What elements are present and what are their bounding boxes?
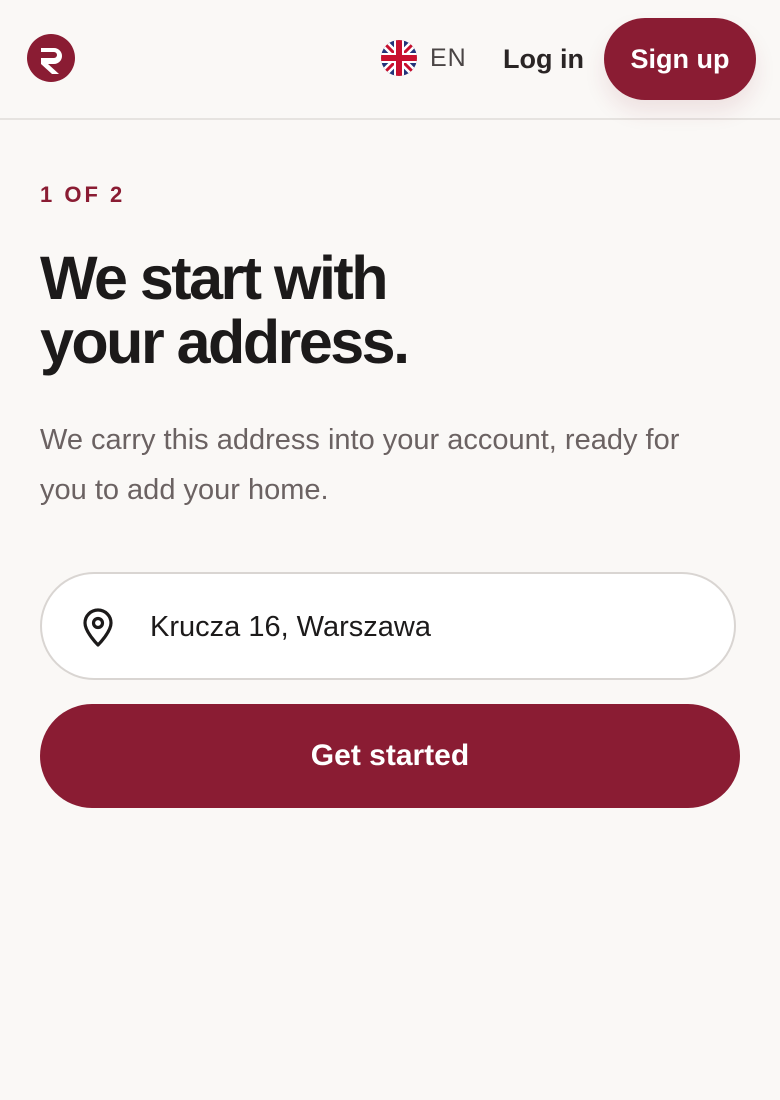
top-nav: EN Log in Sign up <box>0 0 780 120</box>
address-input[interactable] <box>150 604 710 650</box>
location-pin-icon <box>83 608 113 647</box>
address-field[interactable] <box>40 572 736 680</box>
login-link[interactable]: Log in <box>503 40 584 78</box>
language-selector[interactable]: EN <box>381 40 467 76</box>
signup-button[interactable]: Sign up <box>604 18 756 100</box>
step-indicator: 1 OF 2 <box>40 182 126 207</box>
uk-flag-icon <box>381 40 417 76</box>
get-started-button[interactable]: Get started <box>40 704 740 808</box>
page-description: We carry this address into your account,… <box>40 424 680 506</box>
language-label: EN <box>430 43 467 72</box>
page-title: We start with your address. <box>40 244 410 376</box>
brand-logo[interactable] <box>27 34 75 82</box>
